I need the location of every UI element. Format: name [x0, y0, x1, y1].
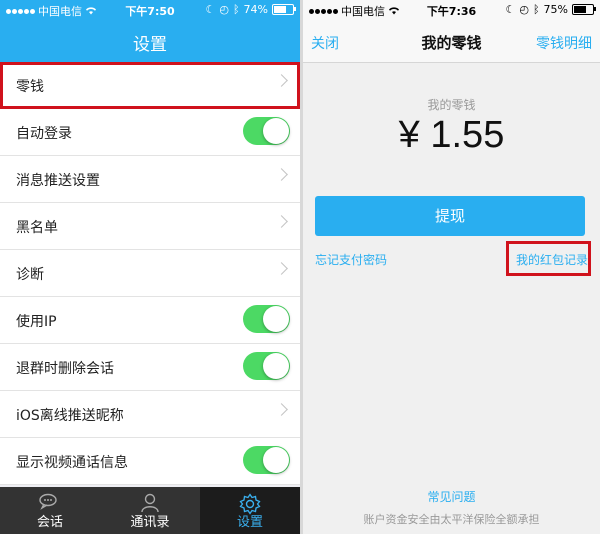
balance-amount: ¥ 1.55 [398, 114, 505, 156]
alarm-icon: ◴ [519, 3, 529, 16]
settings-row-delete-on-quit: 退群时删除会话 [0, 344, 300, 391]
tab-label: 会话 [36, 515, 63, 530]
row-label: 黑名单 [16, 220, 58, 236]
chevron-right-icon [275, 168, 288, 181]
use-ip-toggle[interactable] [243, 305, 290, 333]
chevron-right-icon [275, 215, 288, 228]
battery-icon [572, 4, 596, 15]
bluetooth-icon: ᛒ [232, 3, 240, 16]
footer-note: 账户资金安全由太平洋保险全额承担 [363, 513, 540, 526]
screenshot-composite: 中国电信 下午7:50 ☾ ◴ ᛒ 74% 设置 零钱 自动登录 消息推送设置 … [0, 0, 600, 534]
tab-bar: 会话 通讯录 设置 [0, 487, 300, 534]
settings-header: 中国电信 下午7:50 ☾ ◴ ᛒ 74% 设置 [0, 0, 300, 62]
settings-row-push[interactable]: 消息推送设置 [0, 156, 300, 203]
row-label: 显示视频通话信息 [16, 455, 128, 471]
chevron-right-icon [275, 262, 288, 275]
settings-row-wallet[interactable]: 零钱 [0, 62, 300, 109]
video-info-toggle[interactable] [243, 446, 290, 474]
nav-bar: 中国电信 下午7:36 ☾ ◴ ᛒ 75% 关闭 我的零钱 零钱明细 [303, 0, 600, 63]
moon-icon: ☾ [505, 3, 516, 16]
status-bar: 中国电信 下午7:36 ☾ ◴ ᛒ 75% [303, 0, 600, 20]
row-label: 零钱 [16, 79, 44, 95]
tab-contacts[interactable]: 通讯录 [100, 487, 200, 534]
tab-label: 设置 [236, 515, 263, 530]
settings-screen: 中国电信 下午7:50 ☾ ◴ ᛒ 74% 设置 零钱 自动登录 消息推送设置 … [0, 0, 300, 534]
row-label: iOS离线推送昵称 [16, 408, 124, 424]
alarm-icon: ◴ [219, 3, 229, 16]
settings-row-auto-login: 自动登录 [0, 109, 300, 156]
forgot-password-link[interactable]: 忘记支付密码 [315, 251, 387, 268]
highlight-box [506, 241, 591, 276]
settings-row-ios-nickname[interactable]: iOS离线推送昵称 [0, 391, 300, 438]
settings-row-video-info: 显示视频通话信息 [0, 438, 300, 485]
tab-settings[interactable]: 设置 [200, 487, 300, 534]
bluetooth-icon: ᛒ [532, 3, 540, 16]
row-label: 自动登录 [16, 126, 72, 142]
settings-row-use-ip: 使用IP [0, 297, 300, 344]
auto-login-toggle[interactable] [243, 117, 290, 145]
battery-percent: 75% [543, 3, 568, 16]
page-title: 设置 [133, 35, 167, 55]
row-label: 使用IP [16, 314, 57, 330]
row-label: 诊断 [16, 267, 44, 283]
battery-percent: 74% [243, 3, 268, 16]
status-right: ☾ ◴ ᛒ 74% [205, 3, 296, 16]
withdraw-button[interactable]: 提现 [315, 196, 585, 236]
settings-row-diagnose[interactable]: 诊断 [0, 250, 300, 297]
wallet-details-link[interactable]: 零钱明细 [536, 33, 592, 53]
settings-list: 零钱 自动登录 消息推送设置 黑名单 诊断 使用IP 退群时删除会话 iOS离线… [0, 62, 300, 485]
faq-link[interactable]: 常见问题 [303, 488, 600, 505]
moon-icon: ☾ [205, 3, 216, 16]
battery-icon [272, 4, 296, 15]
row-label: 退群时删除会话 [16, 361, 114, 377]
tab-conversations[interactable]: 会话 [0, 487, 100, 534]
tab-label: 通讯录 [130, 515, 170, 530]
row-label: 消息推送设置 [16, 173, 100, 189]
status-bar: 中国电信 下午7:50 ☾ ◴ ᛒ 74% [0, 0, 300, 20]
chevron-right-icon [275, 74, 288, 87]
status-right: ☾ ◴ ᛒ 75% [505, 3, 596, 16]
wallet-screen: 中国电信 下午7:36 ☾ ◴ ᛒ 75% 关闭 我的零钱 零钱明细 我的零钱 [303, 0, 600, 534]
balance-label: 我的零钱 [427, 98, 476, 112]
settings-row-blacklist[interactable]: 黑名单 [0, 203, 300, 250]
delete-on-quit-toggle[interactable] [243, 352, 290, 380]
chevron-right-icon [275, 403, 288, 416]
